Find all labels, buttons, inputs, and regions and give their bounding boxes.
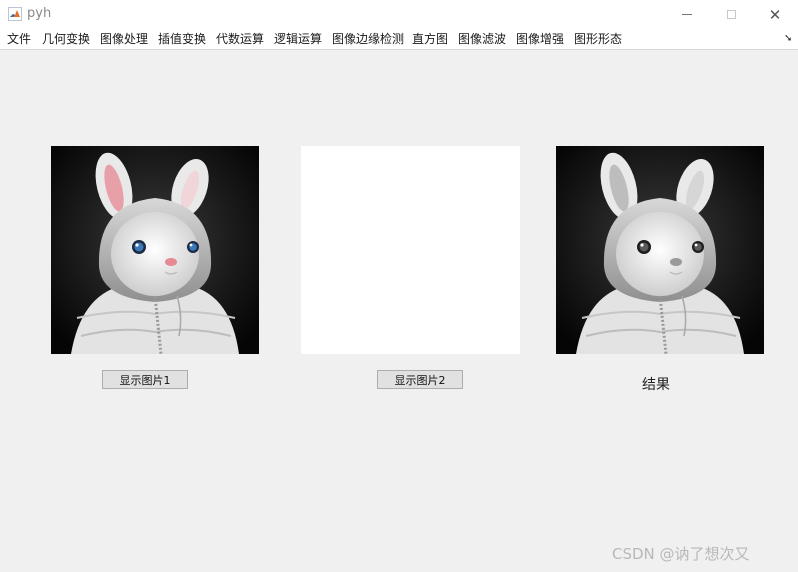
window-title: pyh — [27, 6, 52, 21]
maximize-button[interactable] — [708, 0, 754, 29]
axes-image-1 — [51, 146, 259, 354]
menu-interpolation[interactable]: 插值变换 — [158, 31, 206, 47]
menu-image-filtering[interactable]: 图像滤波 — [458, 31, 506, 47]
menu-image-processing[interactable]: 图像处理 — [100, 31, 148, 47]
title-bar: pyh ✕ — [0, 0, 798, 29]
minimize-button[interactable] — [664, 0, 710, 29]
menu-morphology[interactable]: 图形形态 — [574, 31, 622, 47]
menu-file[interactable]: 文件 — [7, 31, 31, 47]
axes-image-2 — [301, 146, 520, 354]
close-icon: ✕ — [768, 5, 782, 24]
color-bunny-image — [51, 146, 259, 354]
result-label: 结果 — [642, 377, 670, 393]
grayscale-bunny-image — [556, 146, 764, 354]
axes-result — [556, 146, 764, 354]
menu-image-enhancement[interactable]: 图像增强 — [516, 31, 564, 47]
csdn-watermark: CSDN @讷了想次又 — [612, 545, 750, 563]
show-image-1-button[interactable]: 显示图片1 — [102, 370, 188, 389]
toolbar-toggle-icon[interactable]: ➘ — [784, 33, 792, 44]
menu-logical-ops[interactable]: 逻辑运算 — [274, 31, 322, 47]
minimize-icon — [682, 14, 692, 15]
menu-algebraic-ops[interactable]: 代数运算 — [216, 31, 264, 47]
show-image-2-button[interactable]: 显示图片2 — [377, 370, 463, 389]
figure-window: pyh ✕ 文件 几何变换 图像处理 插值变换 代数运算 逻辑运算 图像边缘检测… — [0, 0, 798, 572]
menu-histogram[interactable]: 直方图 — [412, 31, 448, 47]
maximize-icon — [726, 10, 736, 19]
close-button[interactable]: ✕ — [752, 0, 798, 29]
matlab-icon — [8, 7, 22, 21]
menu-edge-detection[interactable]: 图像边缘检测 — [332, 31, 404, 47]
menu-geometric-transform[interactable]: 几何变换 — [42, 31, 90, 47]
menu-bar: 文件 几何变换 图像处理 插值变换 代数运算 逻辑运算 图像边缘检测 直方图 图… — [0, 29, 798, 50]
